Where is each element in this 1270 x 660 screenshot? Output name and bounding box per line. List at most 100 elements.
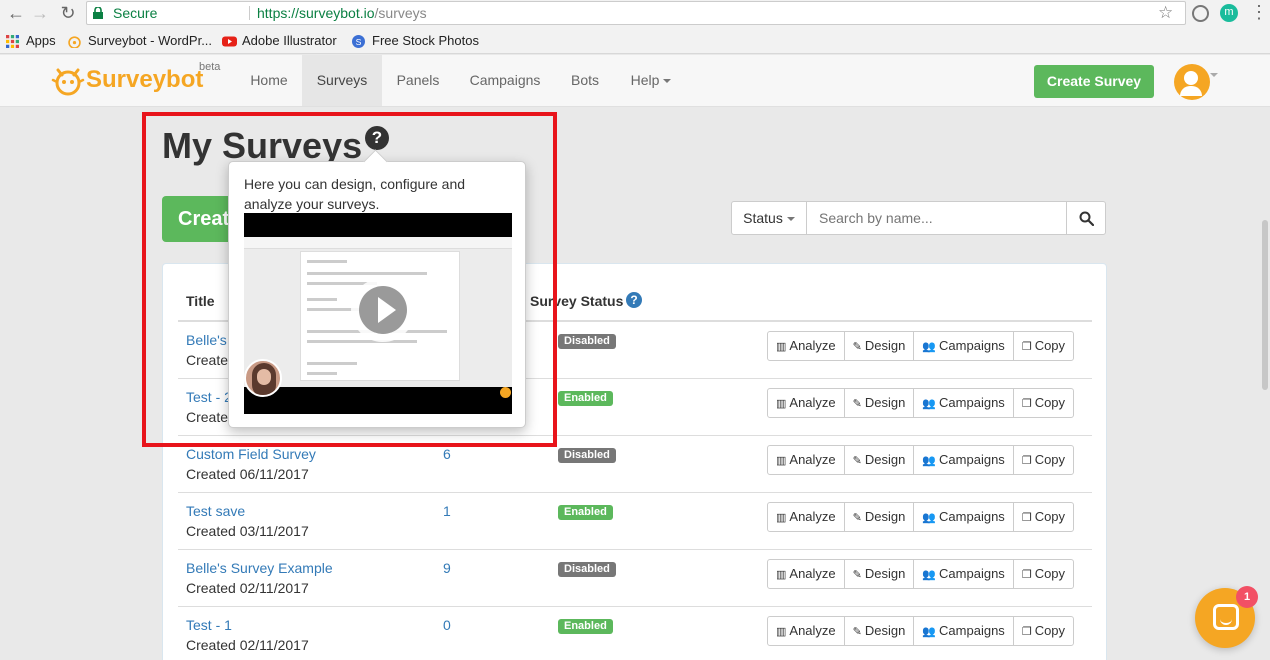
design-button[interactable]: ✎ Design — [843, 616, 915, 646]
status-filter-dropdown[interactable]: Status — [731, 201, 807, 235]
design-label: Design — [864, 338, 906, 353]
row-actions: ▥ Analyze ✎ Design 👥 Campaigns ❐ Copy — [767, 502, 1075, 532]
campaigns-button[interactable]: 👥 Campaigns — [913, 445, 1014, 475]
survey-response-count[interactable]: 6 — [443, 446, 451, 462]
nav-campaigns[interactable]: Campaigns — [454, 55, 556, 106]
popover-text: Here you can design, configure and analy… — [244, 176, 466, 212]
nav-bots[interactable]: Bots — [556, 55, 614, 106]
create-survey-button[interactable]: Create Survey — [1034, 65, 1154, 98]
page-scrollbar[interactable] — [1262, 220, 1268, 390]
campaigns-button[interactable]: 👥 Campaigns — [913, 559, 1014, 589]
address-bar[interactable]: Secure https://surveybot.io/surveys — [86, 1, 1186, 25]
user-avatar[interactable] — [1174, 64, 1210, 100]
status-badge: Disabled — [558, 448, 616, 463]
reload-icon[interactable]: ↻ — [58, 3, 78, 24]
copy-button[interactable]: ❐ Copy — [1012, 445, 1075, 475]
analyze-button[interactable]: ▥ Analyze — [767, 445, 845, 475]
play-icon[interactable] — [351, 278, 415, 342]
bar-chart-icon: ▥ — [776, 398, 787, 410]
chat-icon — [1213, 604, 1239, 630]
youtube-icon — [222, 36, 237, 47]
campaigns-button[interactable]: 👥 Campaigns — [913, 331, 1014, 361]
bookmark-surveybot[interactable]: Surveybot - WordPr... — [88, 33, 212, 48]
bookmark-apps[interactable]: Apps — [26, 33, 56, 48]
forward-arrow-icon[interactable]: → — [30, 3, 50, 24]
back-arrow-icon[interactable]: ← — [6, 3, 26, 24]
campaigns-button[interactable]: 👥 Campaigns — [913, 616, 1014, 646]
survey-created-date: Created 03/11/2017 — [186, 523, 309, 539]
copy-label: Copy — [1034, 452, 1066, 467]
bookmark-star-icon[interactable]: ☆ — [1158, 3, 1173, 23]
survey-response-count[interactable]: 0 — [443, 617, 451, 633]
design-label: Design — [864, 623, 906, 638]
survey-title-link[interactable]: Test - 1 — [186, 617, 232, 633]
tutorial-video[interactable] — [244, 213, 512, 414]
campaigns-label: Campaigns — [939, 509, 1005, 524]
copy-icon: ❐ — [1021, 341, 1032, 353]
presenter-avatar — [244, 359, 282, 397]
profile-avatar[interactable]: m — [1220, 4, 1238, 22]
campaigns-button[interactable]: 👥 Campaigns — [913, 502, 1014, 532]
campaigns-label: Campaigns — [939, 623, 1005, 638]
status-badge: Disabled — [558, 334, 616, 349]
design-button[interactable]: ✎ Design — [843, 559, 915, 589]
extension-icon[interactable] — [1192, 5, 1209, 22]
design-button[interactable]: ✎ Design — [843, 445, 915, 475]
brand-name[interactable]: Surveybot — [86, 66, 203, 94]
analyze-button[interactable]: ▥ Analyze — [767, 388, 845, 418]
copy-button[interactable]: ❐ Copy — [1012, 616, 1075, 646]
design-button[interactable]: ✎ Design — [843, 502, 915, 532]
secure-label: Secure — [113, 5, 158, 21]
nav-home[interactable]: Home — [236, 55, 302, 106]
address-separator — [249, 6, 250, 20]
survey-response-count[interactable]: 1 — [443, 503, 451, 519]
design-button[interactable]: ✎ Design — [843, 388, 915, 418]
copy-button[interactable]: ❐ Copy — [1012, 388, 1075, 418]
campaigns-button[interactable]: 👥 Campaigns — [913, 388, 1014, 418]
table-row: Test save Created 03/11/2017 1 Enabled ▥ Anal… — [178, 493, 1092, 550]
survey-title-link[interactable]: Test save — [186, 503, 245, 519]
surveybot-logo-icon[interactable] — [50, 64, 86, 98]
users-icon: 👥 — [922, 398, 937, 410]
copy-button[interactable]: ❐ Copy — [1012, 502, 1075, 532]
search-button[interactable] — [1066, 201, 1106, 235]
status-help-icon[interactable]: ? — [626, 292, 642, 308]
bookmark-illustrator[interactable]: Adobe Illustrator — [242, 33, 337, 48]
status-badge: Enabled — [558, 505, 613, 520]
analyze-button[interactable]: ▥ Analyze — [767, 502, 845, 532]
bookmarks-bar: Apps Surveybot - WordPr... Adobe Illustr… — [0, 28, 1270, 54]
url-host: https://surveybot.io — [257, 5, 375, 21]
bar-chart-icon: ▥ — [776, 626, 787, 638]
lock-icon — [93, 7, 103, 19]
video-chat-dot — [500, 387, 511, 398]
status-badge: Disabled — [558, 562, 616, 577]
copy-button[interactable]: ❐ Copy — [1012, 331, 1075, 361]
survey-created-date: Created 02/11/2017 — [186, 637, 309, 653]
search-input[interactable] — [807, 201, 1067, 235]
design-button[interactable]: ✎ Design — [843, 331, 915, 361]
nav-help[interactable]: Help — [614, 55, 688, 106]
design-label: Design — [864, 452, 906, 467]
users-icon: 👥 — [922, 626, 937, 638]
analyze-label: Analyze — [789, 509, 836, 524]
pencil-icon: ✎ — [852, 512, 862, 524]
copy-button[interactable]: ❐ Copy — [1012, 559, 1075, 589]
analyze-button[interactable]: ▥ Analyze — [767, 331, 845, 361]
chevron-down-icon — [786, 217, 795, 222]
users-icon: 👥 — [922, 341, 937, 353]
nav-panels[interactable]: Panels — [382, 55, 454, 106]
nav-surveys[interactable]: Surveys — [302, 55, 382, 106]
survey-created-date: Created 02/11/2017 — [186, 580, 309, 596]
analyze-button[interactable]: ▥ Analyze — [767, 559, 845, 589]
survey-title-link[interactable]: Custom Field Survey — [186, 446, 316, 462]
bar-chart-icon: ▥ — [776, 455, 787, 467]
survey-response-count[interactable]: 9 — [443, 560, 451, 576]
row-actions: ▥ Analyze ✎ Design 👥 Campaigns ❐ Copy — [767, 388, 1075, 418]
bookmark-stock-photos[interactable]: Free Stock Photos — [372, 33, 479, 48]
design-label: Design — [864, 509, 906, 524]
analyze-button[interactable]: ▥ Analyze — [767, 616, 845, 646]
survey-title-link[interactable]: Belle's Survey Example — [186, 560, 333, 576]
copy-icon: ❐ — [1021, 455, 1032, 467]
avatar-chevron-down-icon[interactable] — [1210, 73, 1218, 77]
browser-menu-icon[interactable]: ⋮ — [1250, 2, 1268, 23]
